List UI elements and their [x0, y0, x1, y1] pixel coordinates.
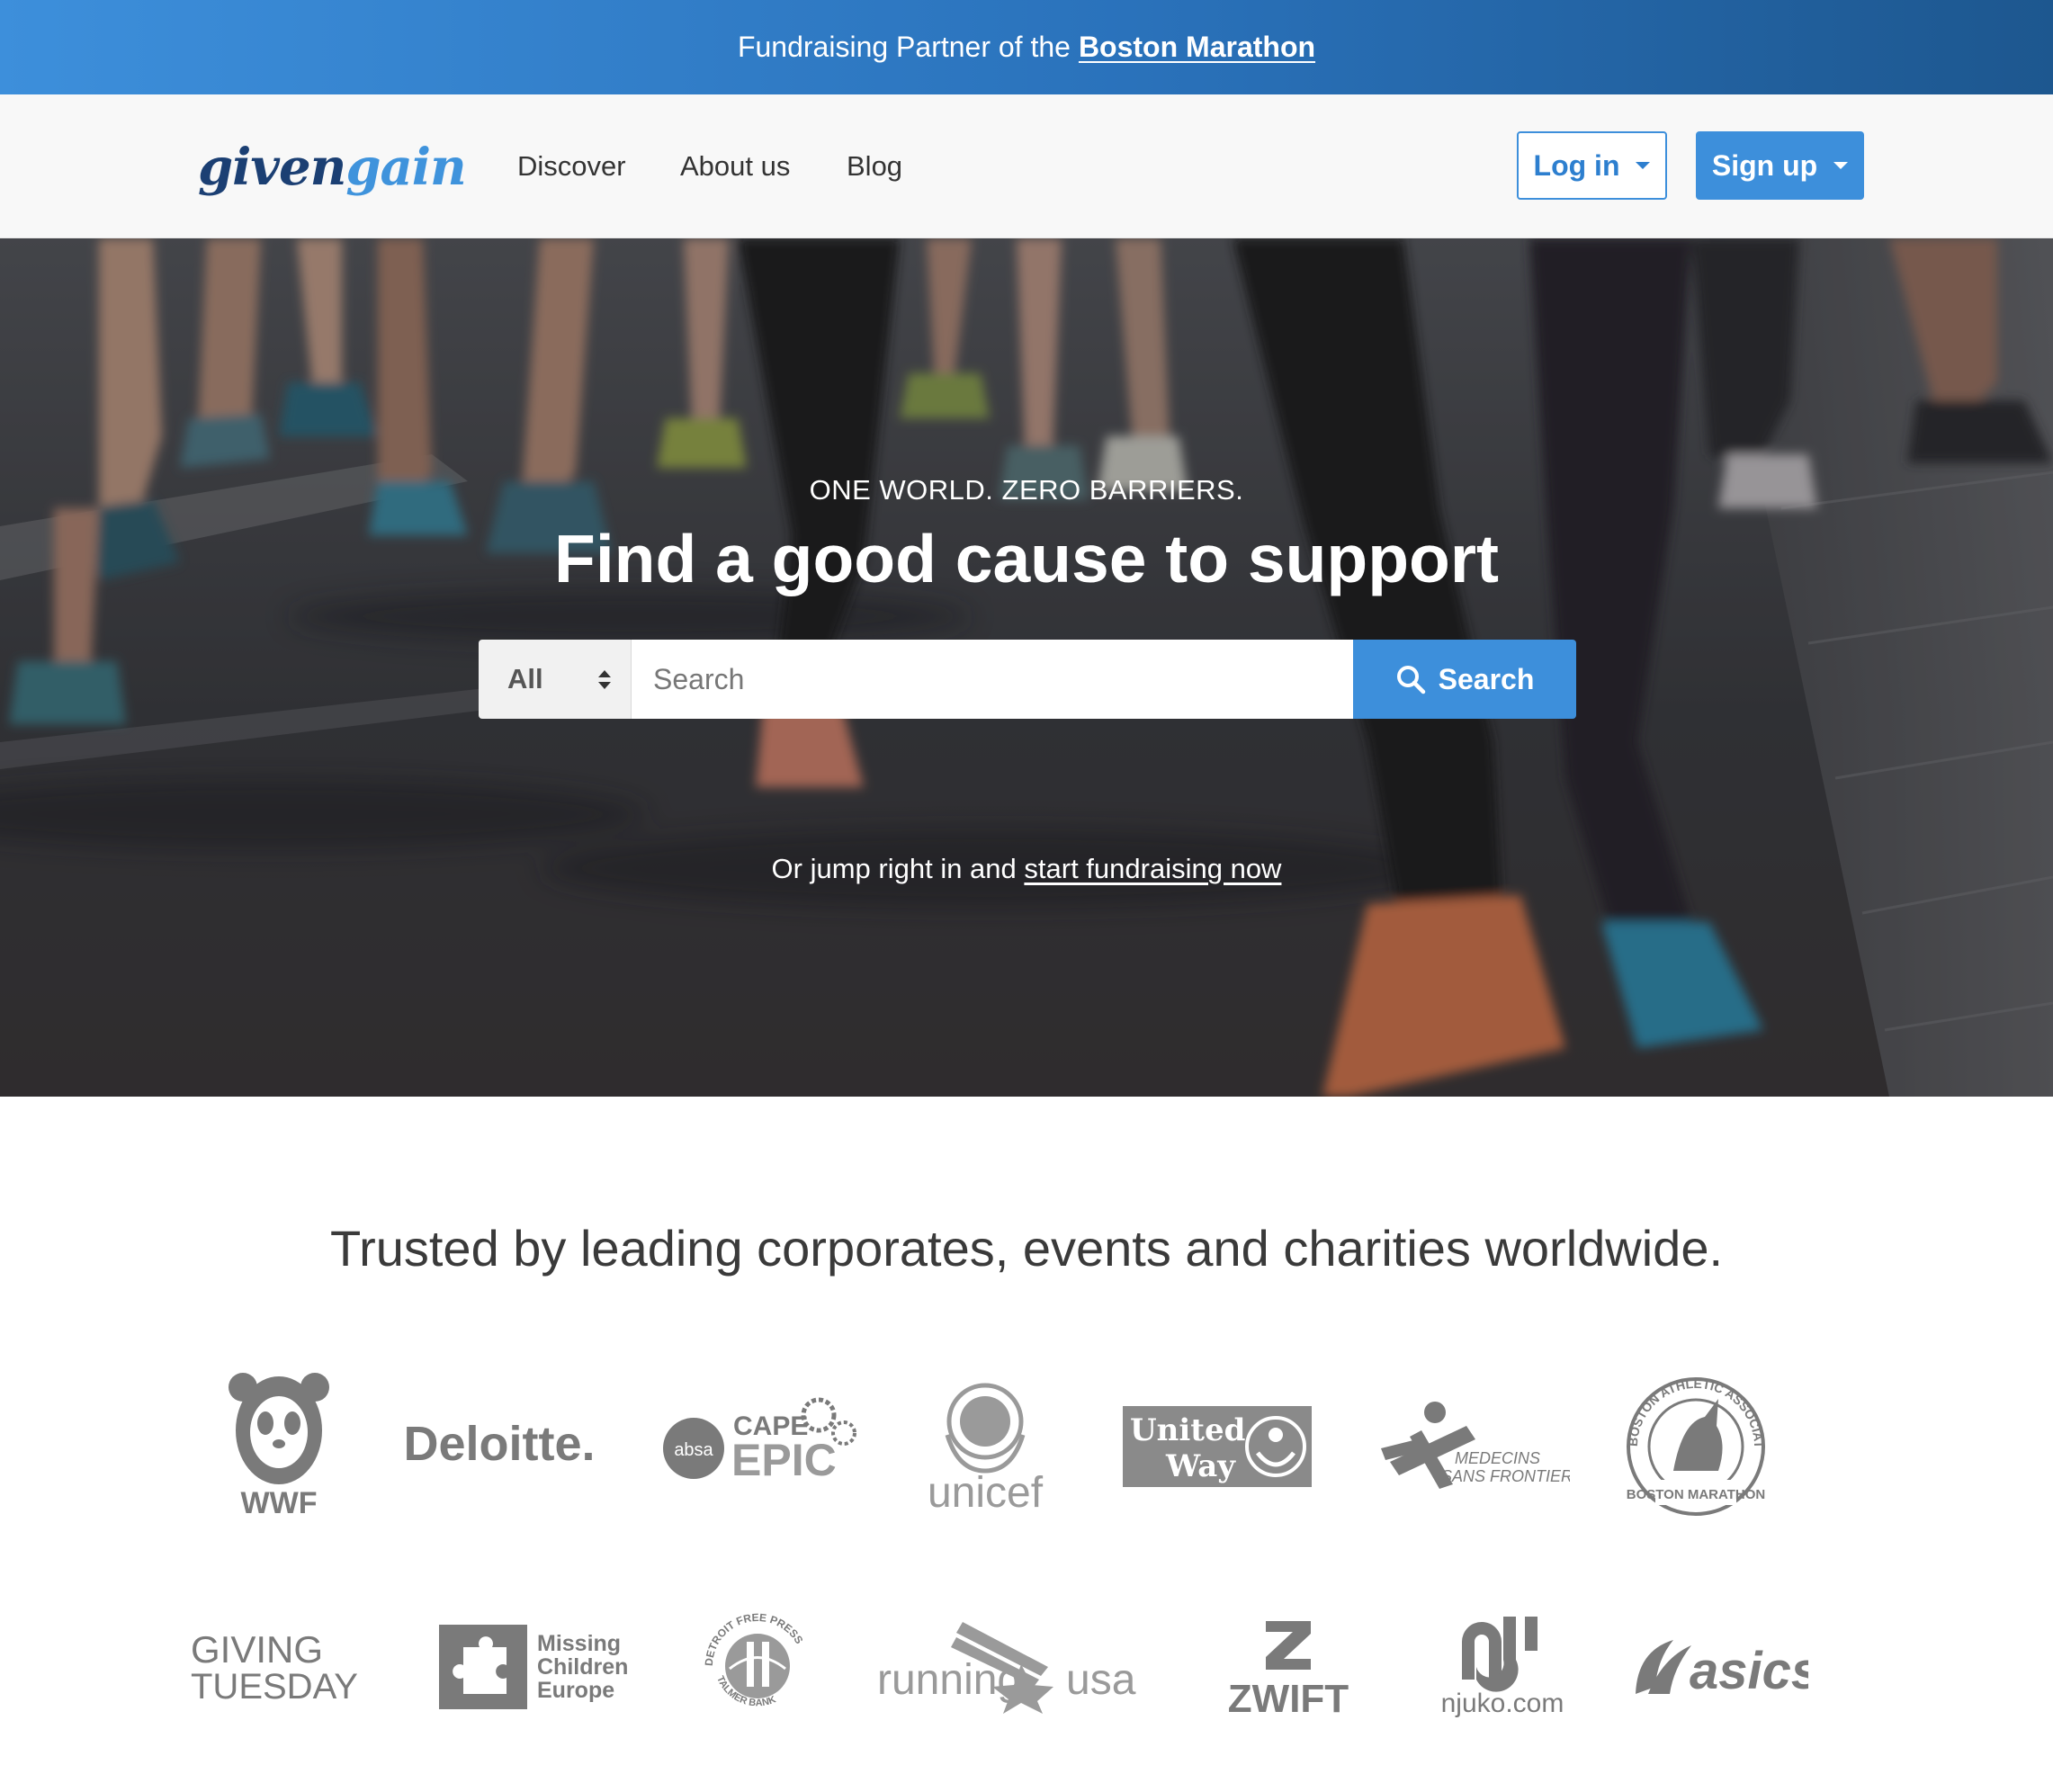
njuko-logo: njuko.com — [1435, 1615, 1570, 1718]
chevron-down-icon — [1636, 162, 1651, 169]
giving-tuesday-logo: GIVING TUESDAY — [189, 1628, 360, 1700]
wwf-text: WWF — [241, 1486, 318, 1520]
njuko-text: njuko.com — [1441, 1689, 1564, 1718]
search-icon — [1396, 666, 1425, 694]
signup-button[interactable]: Sign up — [1696, 131, 1864, 200]
wwf-logo: WWF — [225, 1367, 333, 1520]
logo-part-gain: gain — [345, 138, 466, 197]
nav-discover[interactable]: Discover — [517, 146, 626, 187]
chevron-down-icon — [1833, 162, 1849, 169]
deloitte-logo: Deloitte. — [391, 1412, 607, 1475]
mce-text-3: Europe — [537, 1678, 614, 1703]
msf-logo: MEDECINS SANS FRONTIERES — [1381, 1399, 1570, 1489]
tuesday-text: TUESDAY — [191, 1667, 358, 1700]
search-button-label: Search — [1438, 662, 1535, 695]
category-select[interactable]: All — [479, 640, 632, 719]
mce-text-1: Missing — [537, 1631, 621, 1656]
asics-logo: asics — [1628, 1633, 1808, 1705]
trusted-heading: Trusted by leading corporates, events an… — [329, 1220, 1724, 1277]
giving-text: GIVING — [191, 1628, 323, 1671]
united-text: United — [1130, 1412, 1245, 1448]
login-label: Log in — [1533, 148, 1620, 182]
search-input[interactable] — [632, 640, 1353, 719]
missing-children-europe-logo: Missing Children Europe — [436, 1622, 634, 1712]
running-text: running — [877, 1656, 1021, 1704]
msf-text-1: MEDECINS — [1455, 1449, 1540, 1467]
hero-section: ONE WORLD. ZERO BARRIERS. Find a good ca… — [0, 238, 2053, 1097]
way-text: Way — [1165, 1448, 1236, 1484]
deloitte-text: Deloitte. — [403, 1417, 596, 1471]
signup-label: Sign up — [1711, 148, 1818, 182]
nav-blog[interactable]: Blog — [847, 146, 902, 187]
hero-title: Find a good cause to support — [554, 521, 1499, 596]
logo-part-given: given — [198, 138, 346, 197]
detroit-free-press-marathon-logo: DETROIT FREE PRESS TALMER BANK — [697, 1606, 819, 1727]
login-button[interactable]: Log in — [1517, 131, 1667, 200]
baa-bottom-text: BOSTON MARATHON — [1627, 1487, 1765, 1502]
mce-text-2: Children — [537, 1654, 628, 1680]
search-button[interactable]: Search — [1353, 640, 1576, 719]
absa-text: absa — [674, 1440, 713, 1460]
usa-text: usa — [1066, 1656, 1136, 1704]
hero-tagline: ONE WORLD. ZERO BARRIERS. — [809, 474, 1244, 506]
category-select-value: All — [507, 663, 543, 694]
cta-text: Or jump right in and — [771, 853, 1017, 884]
navbar: givengain Discover About us Blog Log in … — [0, 94, 2053, 238]
promo-text: Fundraising Partner of the — [737, 31, 1071, 63]
asics-text: asics — [1690, 1642, 1808, 1700]
united-way-logo: United Way — [1123, 1406, 1312, 1487]
nav-about-us[interactable]: About us — [680, 146, 790, 187]
unicef-text: unicef — [928, 1469, 1044, 1516]
promo-boston-marathon-link[interactable]: Boston Marathon — [1079, 31, 1315, 64]
start-fundraising-link[interactable]: start fundraising now — [1024, 853, 1281, 884]
cape-epic-logo: absa CAPE EPIC — [661, 1390, 864, 1489]
hero-cta: Or jump right in and start fundraising n… — [0, 853, 2053, 885]
epic-text: EPIC — [731, 1435, 837, 1485]
running-usa-logo: running usa — [877, 1615, 1143, 1714]
msf-text-2: SANS FRONTIERES — [1441, 1467, 1570, 1485]
zwift-text: ZWIFT — [1228, 1677, 1349, 1718]
unicef-logo: unicef — [913, 1372, 1057, 1516]
promo-banner: Fundraising Partner of the Boston Marath… — [0, 0, 2053, 94]
givengain-logo[interactable]: givengain — [198, 136, 467, 199]
boston-athletic-association-logo: BOSTON ATHLETIC ASSOCIATION BOSTON MARAT… — [1619, 1376, 1772, 1516]
zwift-logo: ZWIFT — [1219, 1619, 1358, 1718]
select-arrows-icon — [598, 669, 611, 689]
search-bar: All Search — [479, 640, 1576, 719]
